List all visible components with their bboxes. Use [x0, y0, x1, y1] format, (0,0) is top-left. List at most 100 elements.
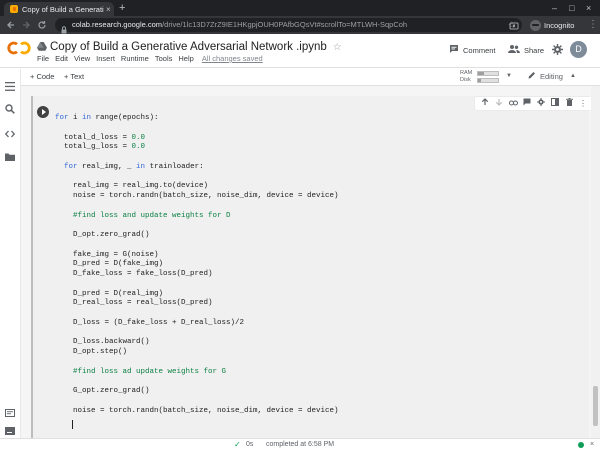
code-line: for real_img, _ in trainloader: [64, 162, 204, 171]
status-bar: ✓ 0s completed at 6:58 PM × [0, 438, 600, 451]
mirror-cell-icon[interactable] [548, 97, 562, 110]
window-close-button[interactable]: × [586, 1, 591, 15]
ram-bar [477, 70, 499, 76]
menu-edit[interactable]: Edit [55, 54, 68, 63]
code-editor[interactable]: for i in range(epochs): total_d_loss = 0… [55, 114, 339, 416]
new-tab-button[interactable]: + [119, 1, 125, 15]
code-line: G_opt.zero_grad() [55, 387, 150, 395]
more-options-icon[interactable]: ⋮ [576, 97, 590, 110]
menu-file[interactable]: File [37, 54, 49, 63]
tab-title: Copy of Build a Generative [22, 4, 104, 14]
delete-cell-icon[interactable] [562, 97, 576, 110]
ram-bar-fill [478, 71, 484, 75]
ram-label: RAM [460, 70, 473, 76]
search-icon[interactable] [5, 101, 15, 119]
move-up-icon[interactable] [478, 97, 492, 110]
minimize-button[interactable]: – [552, 1, 557, 15]
code-line: #find loss ad update weights for G [55, 367, 227, 376]
code-line: D_opt.step() [55, 348, 128, 356]
disk-bar [477, 77, 499, 83]
menu-insert[interactable]: Insert [96, 54, 115, 63]
comment-cell-icon[interactable] [520, 97, 534, 110]
code-line: D_pred = D(real_img) [55, 289, 164, 298]
settings-gear-icon[interactable] [552, 44, 563, 55]
code-line: total_d_loss = 0.0 [55, 133, 146, 142]
incognito-label: Incognito [544, 20, 575, 30]
status-close-icon[interactable]: × [590, 439, 594, 450]
incognito-indicator[interactable]: Incognito [530, 18, 574, 32]
text-cursor [72, 420, 73, 429]
code-line: D_fake_loss = fake_loss(D_pred) [55, 270, 213, 278]
comment-icon [449, 44, 459, 56]
disk-row: Disk [460, 77, 499, 83]
files-folder-icon[interactable] [5, 148, 15, 166]
check-icon: ✓ [234, 440, 241, 449]
command-palette-icon[interactable] [5, 404, 15, 422]
code-line: for i in range(epochs): [55, 114, 159, 122]
resources-indicator[interactable]: RAM Disk [460, 70, 499, 84]
code-line: noise = torch.randn(batch_size, noise_di… [55, 192, 339, 200]
editing-mode-button[interactable]: Editing [528, 68, 563, 85]
notebook-toolbar: + Code + Text RAM Disk ▼ Editing ▲ [0, 67, 600, 86]
left-side-rail [0, 69, 21, 439]
menu-bar: File Edit View Insert Runtime Tools Help… [37, 54, 269, 63]
code-line: fake_img = G(noise) [55, 250, 159, 259]
code-line: D_loss.backward() [55, 338, 150, 347]
save-status[interactable]: All changes saved [202, 54, 263, 63]
code-line: total_g_loss = 0.0 [55, 143, 146, 152]
notebook-title[interactable]: Copy of Build a Generative Adversarial N… [50, 41, 327, 53]
resources-dropdown-icon[interactable]: ▼ [506, 68, 512, 85]
extensions-icon[interactable] [508, 19, 520, 37]
browser-tab[interactable]: Copy of Build a Generative × [4, 2, 114, 16]
url-path: /drive/1lc13D7ZrZ9IE1HKgpjOUH0PAfbGQsVt#… [162, 20, 408, 29]
table-of-contents-icon[interactable] [5, 78, 15, 96]
editing-label: Editing [540, 72, 563, 81]
url-omnibox[interactable]: colab.research.google.com/drive/1lc13D7Z… [55, 18, 522, 34]
colab-favicon-icon [10, 5, 18, 13]
star-icon[interactable]: ☆ [333, 42, 342, 53]
code-line: D_opt.zero_grad() [55, 231, 150, 239]
comment-label: Comment [463, 45, 496, 55]
code-cell[interactable]: ⋮ for i in range(epochs): total_d_loss =… [31, 96, 593, 441]
address-bar-row: colab.research.google.com/drive/1lc13D7Z… [0, 16, 600, 34]
tab-close-icon[interactable]: × [106, 5, 111, 14]
vertical-scrollbar[interactable] [591, 86, 600, 438]
browser-tabstrip: Copy of Build a Generative × + – □ × [0, 0, 600, 16]
cell-settings-icon[interactable] [534, 97, 548, 110]
scrollbar-thumb[interactable] [593, 386, 598, 426]
incognito-icon [530, 19, 541, 31]
collapse-header-icon[interactable]: ▲ [570, 68, 576, 85]
add-text-button[interactable]: + Text [64, 68, 84, 85]
menu-help[interactable]: Help [178, 54, 193, 63]
move-down-icon[interactable] [492, 97, 506, 110]
url-text: colab.research.google.com/drive/1lc13D7Z… [72, 18, 407, 32]
forward-icon[interactable] [20, 19, 32, 31]
disk-label: Disk [460, 77, 471, 83]
menu-tools[interactable]: Tools [155, 54, 173, 63]
browser-menu-icon[interactable]: ⋮ [588, 19, 598, 31]
code-line: D_loss = (D_fake_loss + D_real_loss)/2 [55, 318, 245, 327]
link-icon[interactable] [506, 97, 520, 110]
code-line: D_real_loss = real_loss(D_pred) [55, 299, 213, 308]
maximize-button[interactable]: □ [569, 1, 574, 15]
code-line: noise = torch.randn(batch_size, noise_di… [55, 406, 339, 415]
code-line: D_pred = D(fake_img) [55, 260, 164, 269]
notebook-content: ⋮ for i in range(epochs): total_d_loss =… [21, 86, 600, 441]
execution-duration: 0s [246, 441, 254, 448]
back-icon[interactable] [5, 19, 17, 31]
completion-message: completed at 6:58 PM [266, 441, 335, 448]
add-code-button[interactable]: + Code [30, 68, 54, 85]
user-avatar[interactable]: D [570, 41, 587, 58]
run-cell-button[interactable] [37, 106, 49, 118]
menu-runtime[interactable]: Runtime [121, 54, 149, 63]
reload-icon[interactable] [36, 19, 48, 31]
share-people-icon [508, 44, 520, 56]
code-snippets-icon[interactable] [4, 125, 16, 143]
disk-bar-fill [478, 78, 481, 82]
url-host: colab.research.google.com [72, 20, 163, 29]
pencil-icon [528, 68, 536, 85]
comment-button[interactable]: Comment [449, 44, 496, 56]
share-button[interactable]: Share [508, 44, 544, 56]
colab-logo-icon[interactable] [7, 41, 31, 55]
menu-view[interactable]: View [74, 54, 90, 63]
